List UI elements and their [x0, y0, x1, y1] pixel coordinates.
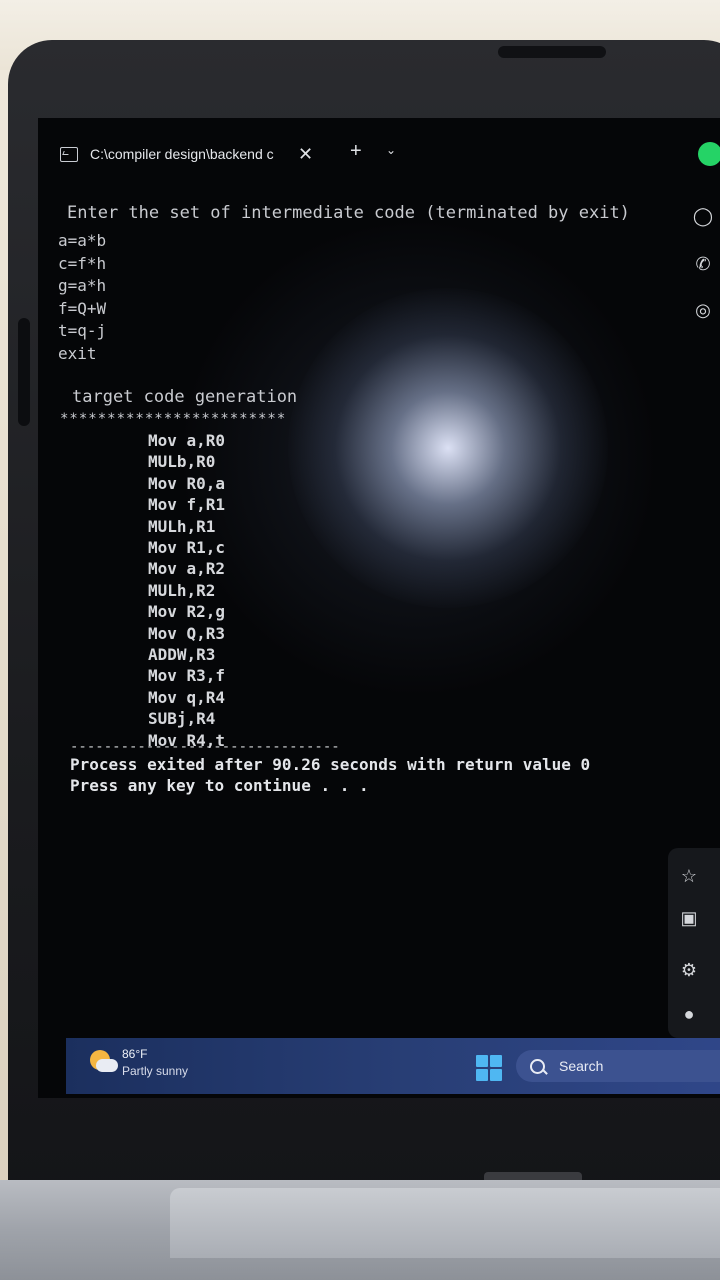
input-line: t=q-j — [58, 321, 107, 341]
code-line: Mov a,R0 — [148, 431, 226, 450]
code-line: Mov Q,R3 — [148, 623, 226, 643]
code-line: Mov R0,a — [148, 473, 226, 493]
code-line: MULh,R2 — [148, 580, 216, 600]
terminal-tab-bar: C:\compiler design\backend c ✕ + ⌄ — [38, 118, 678, 188]
code-line: Mov R3,f — [148, 666, 226, 686]
webcam-notch — [498, 46, 606, 58]
circle-icon[interactable]: ◎ — [690, 300, 716, 321]
windows-start-icon[interactable] — [476, 1055, 502, 1081]
code-line: Mov q,R4 — [148, 687, 226, 707]
laptop-base-lip — [170, 1188, 720, 1258]
weather-temperature[interactable]: 86°F — [122, 1047, 147, 1061]
input-line: exit — [58, 343, 97, 363]
exit-status: Process exited after 90.26 seconds with … — [70, 754, 590, 796]
taskbar-search[interactable]: Search — [516, 1050, 720, 1082]
weather-condition[interactable]: Partly sunny — [122, 1064, 188, 1078]
code-line: Mov a,R2 — [148, 559, 226, 579]
input-lines: a=a*b c=f*h g=a*h f=Q+W t=q-j exit — [58, 230, 106, 366]
star-icon[interactable]: ☆ — [676, 866, 702, 887]
code-line: Mov R2,g — [148, 602, 226, 622]
side-panel: ☆ ▣ ⚙ ● — [668, 848, 720, 1038]
archive-icon[interactable]: ▣ — [676, 908, 702, 929]
screen-glare — [288, 288, 608, 608]
input-line: g=a*h — [58, 276, 107, 296]
close-tab-icon[interactable]: ✕ — [298, 144, 313, 165]
cloud-icon — [96, 1059, 118, 1072]
screen-reflection-halo — [158, 198, 678, 718]
settings-icon[interactable]: ⚙ — [676, 960, 702, 981]
code-line: Mov f,R1 — [148, 495, 226, 515]
exit-message: Process exited after 90.26 seconds with … — [70, 755, 591, 774]
code-line: MULh,R1 — [148, 516, 216, 536]
search-label: Search — [559, 1058, 604, 1074]
windows-taskbar: 86°F Partly sunny Search — [66, 1038, 720, 1094]
code-line: SUBj,R4 — [148, 709, 216, 729]
weather-icon[interactable] — [90, 1050, 118, 1076]
chevron-down-icon[interactable]: ⌄ — [386, 143, 396, 157]
new-tab-button[interactable]: + — [350, 140, 362, 163]
avatar-icon[interactable]: ● — [676, 1004, 702, 1025]
stars-divider: ************************ — [60, 411, 287, 427]
code-line: Mov R1,c — [148, 538, 226, 558]
tab-title: C:\compiler design\backend c — [90, 146, 274, 162]
phone-icon[interactable]: ✆ — [690, 254, 716, 275]
generated-code: Mov a,R0 MULb,R0 Mov R0,a Mov f,R1 MULh,… — [148, 430, 225, 751]
input-prompt: Enter the set of intermediate code (term… — [67, 203, 630, 223]
section-title: target code generation — [72, 387, 298, 407]
code-line: ADDW,R3 — [148, 645, 216, 665]
terminal-tab[interactable]: C:\compiler design\backend c ✕ — [60, 140, 313, 168]
continue-message: Press any key to continue . . . — [70, 776, 369, 795]
input-line: c=f*h — [58, 253, 107, 273]
search-icon — [530, 1058, 545, 1074]
side-port — [18, 318, 30, 426]
terminal-icon — [60, 146, 78, 162]
input-line: f=Q+W — [58, 298, 107, 318]
chat-icon[interactable]: ◯ — [690, 206, 716, 227]
code-line: MULb,R0 — [148, 452, 216, 472]
input-line: a=a*b — [58, 231, 107, 250]
laptop-screen: C:\compiler design\backend c ✕ + ⌄ Enter… — [38, 118, 720, 1098]
